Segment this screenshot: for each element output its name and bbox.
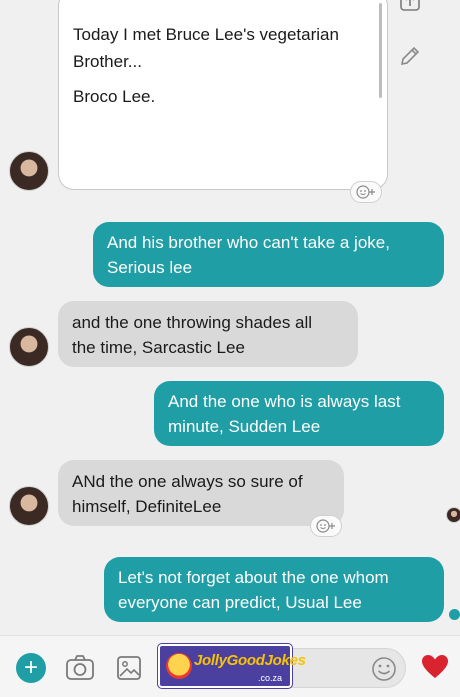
message-line: minute, Sudden Lee bbox=[168, 417, 321, 436]
card-scrollbar[interactable] bbox=[379, 3, 382, 98]
outgoing-message[interactable]: And his brother who can't take a joke, S… bbox=[93, 222, 444, 287]
smiley-icon[interactable] bbox=[370, 655, 398, 683]
avatar[interactable] bbox=[9, 327, 49, 367]
message-line: and the one throwing shades all bbox=[72, 313, 313, 332]
note-line-3: Broco Lee. bbox=[73, 87, 156, 106]
emoji-plus-icon[interactable] bbox=[310, 515, 342, 537]
read-receipt-avatar bbox=[446, 507, 460, 523]
mascot-icon bbox=[166, 653, 192, 679]
share-icon[interactable] bbox=[398, 0, 422, 14]
plus-icon[interactable]: + bbox=[16, 653, 46, 683]
message-line: ANd the one always so sure of bbox=[72, 472, 303, 491]
watermark-logo: JollyGoodJokes .co.za bbox=[158, 644, 306, 688]
message-line: Let's not forget about the one whom bbox=[118, 568, 389, 587]
incoming-message[interactable]: ANd the one always so sure of himself, D… bbox=[58, 460, 344, 526]
shared-note-card[interactable]: Today I met Bruce Lee's vegetarian Broth… bbox=[58, 0, 388, 190]
outgoing-message[interactable]: And the one who is always last minute, S… bbox=[154, 381, 444, 446]
message-line: everyone can predict, Usual Lee bbox=[118, 593, 362, 612]
delivered-check-icon bbox=[449, 609, 460, 620]
outgoing-message[interactable]: Let's not forget about the one whom ever… bbox=[104, 557, 444, 622]
camera-icon[interactable] bbox=[64, 654, 96, 682]
emoji-plus-icon[interactable] bbox=[350, 181, 382, 203]
note-line-2: Brother... bbox=[73, 52, 142, 71]
watermark-name: JollyGoodJokes bbox=[194, 652, 306, 669]
incoming-message[interactable]: and the one throwing shades all the time… bbox=[58, 301, 358, 367]
watermark-domain: .co.za bbox=[257, 673, 282, 683]
composer-bar: + JollyGoodJokes .co.za bbox=[0, 635, 460, 697]
heart-icon[interactable] bbox=[421, 654, 449, 680]
avatar[interactable] bbox=[9, 151, 49, 191]
message-line: Serious lee bbox=[107, 258, 193, 277]
message-line: himself, DefiniteLee bbox=[72, 497, 222, 516]
note-line-1: Today I met Bruce Lee's vegetarian bbox=[73, 25, 339, 44]
message-line: And his brother who can't take a joke, bbox=[107, 233, 390, 252]
message-line: the time, Sarcastic Lee bbox=[72, 338, 245, 357]
message-line: And the one who is always last bbox=[168, 392, 401, 411]
avatar[interactable] bbox=[9, 486, 49, 526]
pencil-icon[interactable] bbox=[398, 44, 422, 68]
image-icon[interactable] bbox=[115, 654, 143, 682]
